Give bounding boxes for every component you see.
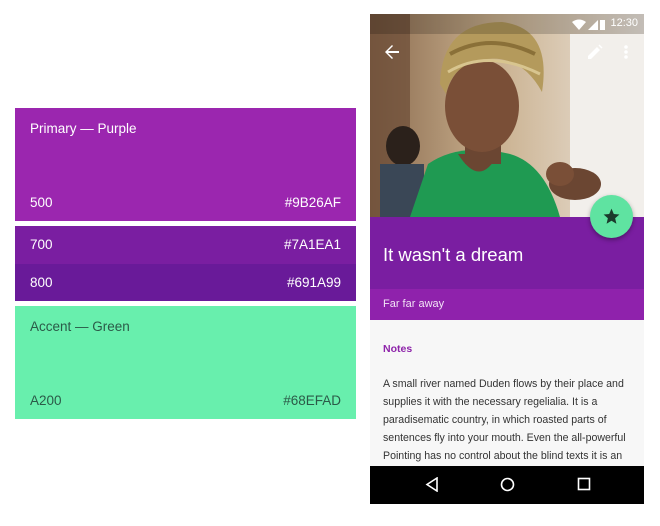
square-recents-icon[interactable] (577, 477, 591, 496)
swatch-name: 500 (30, 195, 53, 210)
notes-content: Notes A small river named Duden flows by… (370, 320, 644, 466)
wifi-icon (572, 19, 586, 30)
navigation-bar (370, 466, 644, 504)
more-vert-icon[interactable] (623, 44, 629, 65)
star-icon (603, 208, 620, 224)
notes-body-text: A small river named Duden flows by their… (383, 378, 626, 462)
phone-screen: 12:30 It wasn't a dream Far far away Not… (370, 14, 644, 504)
pencil-icon[interactable] (587, 44, 603, 65)
swatch-name: 700 (30, 237, 53, 252)
favorite-fab-button[interactable] (590, 195, 633, 238)
swatch-title: Accent — Green (30, 319, 130, 334)
primary-purple-swatch: Primary — Purple 500 #9B26AF (15, 108, 356, 221)
battery-icon (600, 20, 605, 30)
swatch-hex: #9B26AF (284, 195, 341, 210)
purple-700-swatch: 700 #7A1EA1 (15, 226, 356, 264)
swatch-name: 800 (30, 275, 53, 290)
swatch-title: Primary — Purple (30, 121, 137, 136)
signal-icon (588, 20, 598, 30)
swatch-hex: #68EFAD (283, 393, 341, 408)
status-time: 12:30 (610, 17, 638, 29)
status-bar: 12:30 (370, 14, 644, 34)
accent-green-swatch: Accent — Green A200 #68EFAD (15, 306, 356, 419)
triangle-back-icon[interactable] (425, 476, 439, 497)
arrow-back-icon[interactable] (384, 44, 400, 65)
circle-home-icon[interactable] (500, 477, 515, 497)
swatch-hex: #691A99 (286, 275, 341, 290)
purple-800-swatch: 800 #691A99 (15, 264, 356, 301)
page-title: It wasn't a dream (383, 244, 524, 265)
page-subtitle: Far far away (383, 298, 445, 310)
swatch-hex: #7A1EA1 (283, 237, 341, 252)
status-icons (572, 18, 606, 36)
subtitle-bar: Far far away (370, 289, 644, 320)
notes-heading: Notes (383, 343, 413, 355)
swatch-name: A200 (30, 393, 62, 408)
